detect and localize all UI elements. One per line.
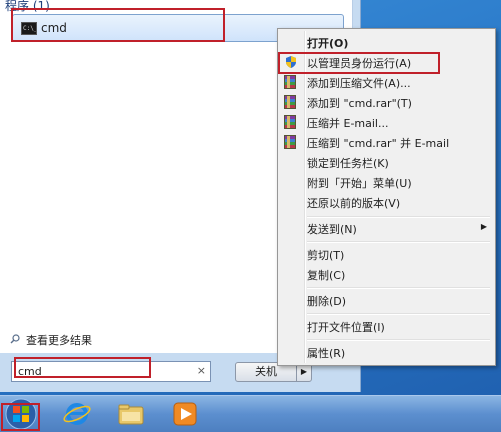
menu-item-label: 打开(O): [307, 37, 349, 50]
internet-explorer-icon[interactable]: [62, 401, 92, 427]
menu-item-delete[interactable]: 删除(D): [280, 290, 493, 310]
menu-item-label: 剪切(T): [307, 249, 345, 262]
menu-item-open-location[interactable]: 打开文件位置(I): [280, 316, 493, 336]
menu-item-label: 压缩并 E-mail...: [307, 117, 389, 130]
menu-item-label: 还原以前的版本(V): [307, 197, 401, 210]
media-player-icon[interactable]: [170, 401, 200, 427]
see-more-results-link[interactable]: 查看更多结果: [12, 332, 92, 348]
taskbar: [0, 395, 501, 432]
windows-explorer-folder-icon[interactable]: [116, 401, 146, 427]
winrar-archive-icon: [284, 115, 296, 129]
menu-item-open[interactable]: 打开(O): [280, 32, 493, 52]
submenu-arrow-icon: ▶: [480, 222, 487, 231]
menu-separator: [307, 339, 490, 341]
menu-item-pin-taskbar[interactable]: 锁定到任务栏(K): [280, 152, 493, 172]
menu-item-label: 删除(D): [307, 295, 347, 308]
menu-item-send-to[interactable]: 发送到(N) ▶: [280, 218, 493, 238]
menu-item-label: 属性(R): [307, 347, 346, 360]
context-menu: 打开(O) 以管理员身份运行(A) 添加到压缩文件(A)... 添加到 "cmd…: [277, 28, 496, 366]
winrar-archive-icon: [284, 135, 296, 149]
menu-item-compress-cmd-rar-email[interactable]: 压缩到 "cmd.rar" 并 E-mail: [280, 132, 493, 152]
menu-separator: [307, 287, 490, 289]
menu-item-copy[interactable]: 复制(C): [280, 264, 493, 284]
menu-item-label: 发送到(N): [307, 223, 357, 236]
menu-item-add-to-cmd-rar[interactable]: 添加到 "cmd.rar"(T): [280, 92, 493, 112]
menu-item-label: 压缩到 "cmd.rar" 并 E-mail: [307, 137, 450, 150]
menu-item-label: 复制(C): [307, 269, 346, 282]
menu-item-label: 添加到压缩文件(A)...: [307, 77, 411, 90]
highlight-box-result: [11, 8, 225, 42]
menu-item-restore-previous[interactable]: 还原以前的版本(V): [280, 192, 493, 212]
menu-item-cut[interactable]: 剪切(T): [280, 244, 493, 264]
clear-search-icon[interactable]: ×: [197, 364, 206, 377]
menu-item-add-to-archive[interactable]: 添加到压缩文件(A)...: [280, 72, 493, 92]
menu-item-pin-start[interactable]: 附到「开始」菜单(U): [280, 172, 493, 192]
highlight-box-start-button: [1, 403, 40, 431]
menu-separator: [307, 313, 490, 315]
menu-separator: [307, 241, 490, 243]
menu-item-label: 添加到 "cmd.rar"(T): [307, 97, 412, 110]
see-more-results-label: 查看更多结果: [26, 334, 92, 347]
menu-item-label: 附到「开始」菜单(U): [307, 177, 412, 190]
menu-item-label: 锁定到任务栏(K): [307, 157, 389, 170]
highlight-box-run-as-admin: [278, 52, 440, 74]
winrar-archive-icon: [284, 75, 296, 89]
menu-item-properties[interactable]: 属性(R): [280, 342, 493, 362]
menu-item-label: 打开文件位置(I): [307, 321, 385, 334]
highlight-box-search: [14, 357, 151, 378]
winrar-archive-icon: [284, 95, 296, 109]
menu-item-compress-email[interactable]: 压缩并 E-mail...: [280, 112, 493, 132]
